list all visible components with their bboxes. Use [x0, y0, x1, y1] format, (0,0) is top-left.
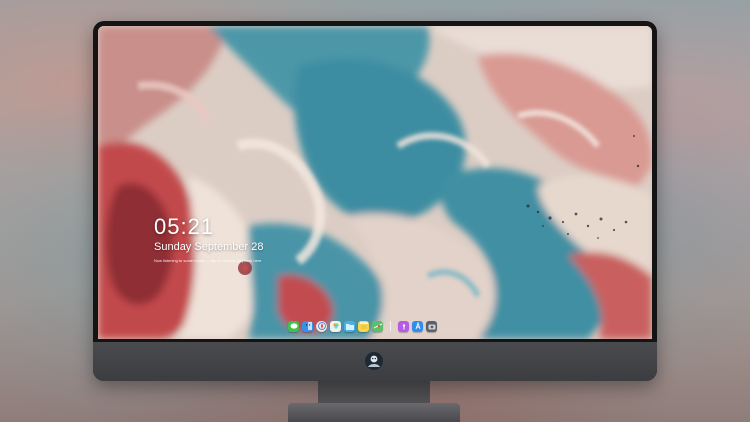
notes-icon[interactable] — [358, 320, 369, 332]
marble-wallpaper — [98, 26, 652, 339]
lock-status-line: Now listening to some music — tap to res… — [154, 258, 262, 263]
screen: 05:21 Sunday September 28 Now listening … — [98, 26, 652, 339]
dock — [288, 319, 437, 333]
monitor-chin — [93, 342, 657, 381]
camera-icon[interactable] — [426, 320, 437, 332]
monitor: 05:21 Sunday September 28 Now listening … — [93, 21, 657, 381]
lock-clock: 05:21 — [154, 214, 215, 239]
finder-icon[interactable] — [302, 320, 313, 332]
safari-icon[interactable] — [316, 320, 327, 332]
maps-icon[interactable] — [372, 320, 383, 332]
dock-separator — [390, 321, 391, 331]
monitor-stand-base — [288, 403, 460, 422]
files-icon[interactable] — [344, 320, 355, 332]
lock-date: Sunday September 28 — [154, 241, 264, 253]
messages-icon[interactable] — [288, 320, 299, 332]
brand-logo-icon — [363, 350, 385, 372]
podcasts-icon[interactable] — [398, 320, 409, 332]
photos-icon[interactable] — [330, 320, 341, 332]
appstore-icon[interactable] — [412, 320, 423, 332]
